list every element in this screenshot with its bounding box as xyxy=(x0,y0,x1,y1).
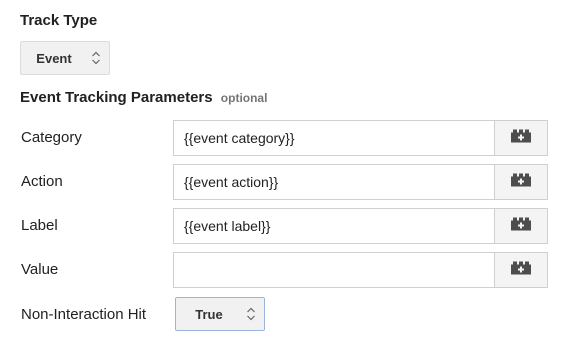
param-row-action: Action {{event action}} xyxy=(0,164,566,200)
lego-brick-plus-icon xyxy=(510,173,532,192)
value-label: Value xyxy=(21,261,59,278)
param-row-value: Value xyxy=(0,252,566,288)
track-type-selected-value: Event xyxy=(36,50,72,66)
category-input[interactable]: {{event category}} xyxy=(173,120,495,156)
param-row-category: Category {{event category}} xyxy=(0,120,566,156)
up-down-chevron-icon xyxy=(242,305,260,323)
tag-configuration-panel: Track Type Event Event Tracking Paramete… xyxy=(0,0,566,348)
label-label: Label xyxy=(21,217,58,234)
event-tracking-parameters-heading: Event Tracking Parameters optional xyxy=(20,89,267,106)
non-interaction-hit-label: Non-Interaction Hit xyxy=(21,306,147,323)
params-heading-text: Event Tracking Parameters xyxy=(20,89,213,106)
up-down-chevron-icon xyxy=(87,49,105,67)
non-interaction-selected-value: True xyxy=(195,306,223,322)
track-type-title: Track Type xyxy=(20,12,98,29)
optional-tag: optional xyxy=(220,91,268,105)
label-variable-picker-button[interactable] xyxy=(494,208,548,244)
value-variable-picker-button[interactable] xyxy=(494,252,548,288)
category-variable-picker-button[interactable] xyxy=(494,120,548,156)
value-input[interactable] xyxy=(173,252,495,288)
track-type-select[interactable]: Event xyxy=(20,41,110,75)
action-input[interactable]: {{event action}} xyxy=(173,164,495,200)
non-interaction-hit-select[interactable]: True xyxy=(175,297,265,331)
param-row-label: Label {{event label}} xyxy=(0,208,566,244)
action-variable-picker-button[interactable] xyxy=(494,164,548,200)
lego-brick-plus-icon xyxy=(510,217,532,236)
action-label: Action xyxy=(21,173,63,190)
lego-brick-plus-icon xyxy=(510,129,532,148)
label-input[interactable]: {{event label}} xyxy=(173,208,495,244)
category-label: Category xyxy=(21,129,82,146)
lego-brick-plus-icon xyxy=(510,261,532,280)
